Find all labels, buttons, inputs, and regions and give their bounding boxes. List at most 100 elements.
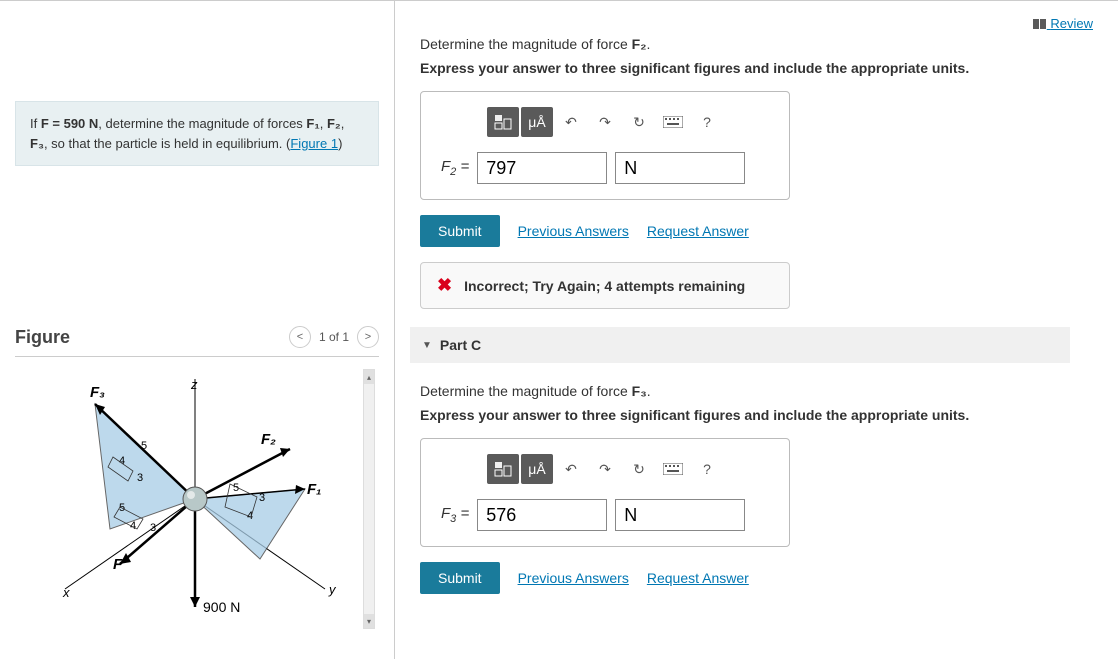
undo-button[interactable]: ↶	[555, 107, 587, 137]
t: =	[456, 158, 469, 175]
svg-text:5: 5	[141, 440, 147, 452]
figure-scrollbar[interactable]: ▴ ▾	[363, 369, 375, 629]
t: ,	[341, 116, 345, 131]
t: , determine the magnitude of forces	[98, 116, 306, 131]
t: If	[30, 116, 41, 131]
incorrect-icon: ✖	[437, 275, 452, 296]
t: F₃	[632, 383, 647, 399]
reset-button[interactable]: ↻	[623, 454, 655, 484]
partc-answer-row: F3 =	[441, 499, 769, 531]
figure-nav-text: 1 of 1	[319, 330, 349, 344]
t: Determine the magnitude of force	[420, 383, 632, 399]
partc-title: Part C	[440, 337, 481, 353]
keyboard-icon	[663, 463, 683, 475]
template-icon	[494, 461, 512, 477]
svg-text:z: z	[190, 377, 198, 392]
units-button[interactable]: μÅ	[521, 107, 553, 137]
figure-nav: < 1 of 1 >	[289, 326, 379, 348]
svg-text:F₁: F₁	[307, 481, 321, 498]
t: .	[646, 36, 650, 52]
partb-instruction: Express your answer to three significant…	[420, 60, 1093, 76]
t: , so that the particle is held in equili…	[44, 136, 290, 151]
svg-text:F: F	[113, 556, 123, 573]
units-button[interactable]: μÅ	[521, 454, 553, 484]
figure-title: Figure	[15, 327, 70, 348]
t: ,	[320, 116, 327, 131]
keyboard-button[interactable]	[657, 454, 689, 484]
svg-text:3: 3	[259, 492, 265, 504]
partb-value-input[interactable]	[477, 152, 607, 184]
svg-text:3: 3	[137, 472, 143, 484]
undo-button[interactable]: ↶	[555, 454, 587, 484]
scroll-up-button[interactable]: ▴	[364, 370, 374, 384]
partc-instruction: Express your answer to three significant…	[420, 407, 1093, 423]
partb-request-answer-link[interactable]: Request Answer	[647, 223, 749, 239]
collapse-icon: ▼	[422, 340, 432, 351]
partc-label: F3 =	[441, 505, 469, 525]
partb-submit-button[interactable]: Submit	[420, 215, 500, 247]
partc-toolbar: μÅ ↶ ↷ ↻ ?	[441, 454, 769, 484]
figure-canvas: F₃ F₂ F₁ F z x y 900 N 3 4 5 5 4 3 5 4	[25, 369, 369, 629]
t: F₃	[30, 136, 44, 151]
figure-section: Figure < 1 of 1 >	[15, 326, 379, 629]
scroll-down-button[interactable]: ▾	[364, 614, 374, 628]
partb-prev-answers-link[interactable]: Previous Answers	[518, 223, 629, 239]
t: )	[338, 136, 342, 151]
partb-label: F2 =	[441, 158, 469, 178]
partc-prev-answers-link[interactable]: Previous Answers	[518, 570, 629, 586]
main-container: If F = 590 N, determine the magnitude of…	[0, 0, 1118, 659]
redo-button[interactable]: ↷	[589, 107, 621, 137]
partc-submit-button[interactable]: Submit	[420, 562, 500, 594]
partb-question: Determine the magnitude of force F₂.	[420, 36, 1093, 52]
t: F₁	[306, 116, 319, 131]
partc-unit-input[interactable]	[615, 499, 745, 531]
partb-answer-box: μÅ ↶ ↷ ↻ ? F2 =	[420, 91, 790, 200]
right-panel: Review Determine the magnitude of force …	[395, 1, 1118, 659]
svg-text:3: 3	[150, 522, 156, 534]
reset-button[interactable]: ↻	[623, 107, 655, 137]
partb-answer-row: F2 =	[441, 152, 769, 184]
keyboard-icon	[663, 116, 683, 128]
partc-answer-box: μÅ ↶ ↷ ↻ ? F3 =	[420, 438, 790, 547]
t: Determine the magnitude of force	[420, 36, 632, 52]
figure-link[interactable]: Figure 1	[290, 136, 338, 151]
review-link[interactable]: Review	[1033, 16, 1093, 31]
partc-header[interactable]: ▼ Part C	[410, 327, 1070, 363]
svg-text:F₃: F₃	[90, 384, 105, 401]
partb-feedback-text: Incorrect; Try Again; 4 attempts remaini…	[464, 278, 745, 294]
partc-request-answer-link[interactable]: Request Answer	[647, 570, 749, 586]
review-label: Review	[1050, 16, 1093, 31]
t: F₂	[327, 116, 341, 131]
template-button[interactable]	[487, 107, 519, 137]
svg-text:900 N: 900 N	[203, 599, 240, 615]
svg-text:F₂: F₂	[261, 431, 276, 448]
partb-actions: Submit Previous Answers Request Answer	[420, 215, 1093, 247]
redo-button[interactable]: ↷	[589, 454, 621, 484]
problem-statement: If F = 590 N, determine the magnitude of…	[15, 101, 379, 166]
partc-value-input[interactable]	[477, 499, 607, 531]
left-panel: If F = 590 N, determine the magnitude of…	[0, 1, 395, 659]
t: =	[456, 505, 469, 522]
keyboard-button[interactable]	[657, 107, 689, 137]
figure-svg: F₃ F₂ F₁ F z x y 900 N 3 4 5 5 4 3 5 4	[25, 369, 365, 629]
partb-unit-input[interactable]	[615, 152, 745, 184]
t: F₂	[632, 36, 647, 52]
figure-header: Figure < 1 of 1 >	[15, 326, 379, 357]
problem-text: If F = 590 N, determine the magnitude of…	[30, 116, 344, 151]
template-icon	[494, 114, 512, 130]
partc-actions: Submit Previous Answers Request Answer	[420, 562, 1093, 594]
partb-toolbar: μÅ ↶ ↷ ↻ ?	[441, 107, 769, 137]
help-button[interactable]: ?	[691, 107, 723, 137]
help-button[interactable]: ?	[691, 454, 723, 484]
figure-next-button[interactable]: >	[357, 326, 379, 348]
figure-prev-button[interactable]: <	[289, 326, 311, 348]
svg-text:y: y	[328, 582, 337, 597]
partc-question: Determine the magnitude of force F₃.	[420, 383, 1093, 399]
t: F = 590 N	[41, 116, 98, 131]
template-button[interactable]	[487, 454, 519, 484]
t: F	[441, 505, 450, 522]
t: .	[647, 383, 651, 399]
book-icon	[1033, 19, 1047, 30]
partb-feedback: ✖ Incorrect; Try Again; 4 attempts remai…	[420, 262, 790, 309]
svg-text:x: x	[62, 585, 70, 600]
